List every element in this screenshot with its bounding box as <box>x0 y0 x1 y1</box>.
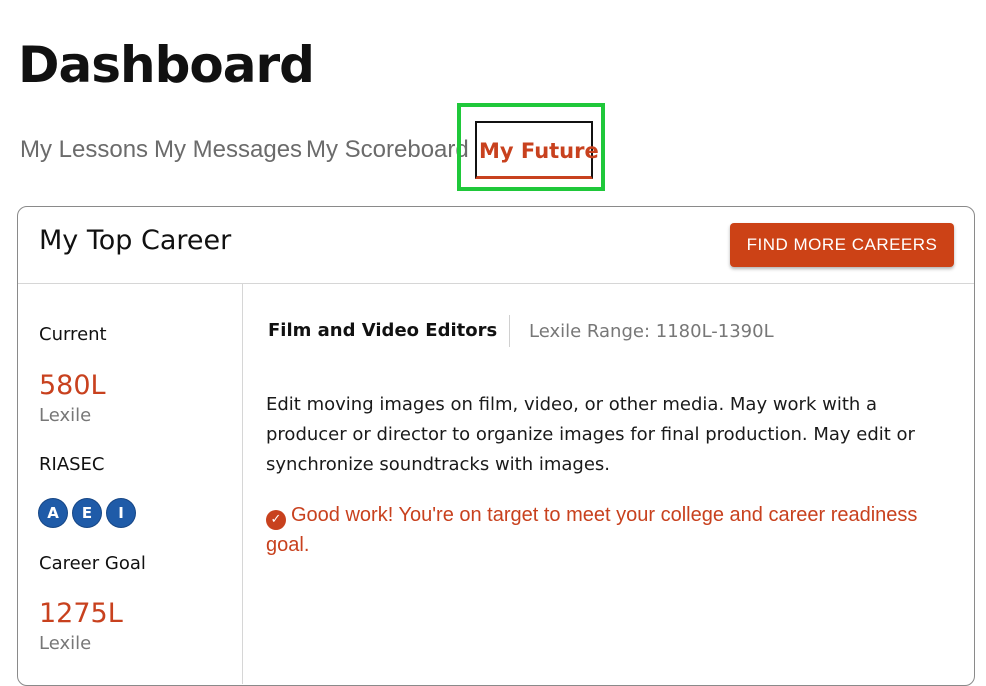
riasec-label: RIASEC <box>39 454 105 475</box>
career-description: Edit moving images on film, video, or ot… <box>266 394 915 475</box>
current-lexile-unit: Lexile <box>39 405 92 426</box>
check-circle-icon: ✓ <box>266 510 286 530</box>
card-header: My Top Career FIND MORE CAREERS <box>18 207 974 284</box>
lexile-range: Lexile Range: 1180L-1390L <box>529 321 774 342</box>
current-label: Current <box>39 324 107 345</box>
riasec-badge-investigative: I <box>107 499 135 527</box>
tab-my-lessons[interactable]: My Lessons <box>20 130 148 170</box>
page-title: Dashboard <box>18 36 315 94</box>
career-details: Film and Video Editors Lexile Range: 118… <box>243 284 974 684</box>
tab-my-messages[interactable]: My Messages <box>154 130 302 170</box>
riasec-badge-artistic: A <box>39 499 67 527</box>
top-career-card: My Top Career FIND MORE CAREERS Current … <box>17 206 975 686</box>
active-tab-focus-ring: My Future <box>475 121 599 179</box>
riasec-badge-enterprising: E <box>73 499 101 527</box>
active-tab-highlight: My Future <box>457 103 605 191</box>
divider <box>509 315 510 347</box>
find-more-careers-button[interactable]: FIND MORE CAREERS <box>730 223 954 267</box>
riasec-badges: A E I <box>39 499 135 527</box>
readiness-message: ✓ Good work! You're on target to meet you… <box>266 500 956 560</box>
career-goal-unit: Lexile <box>39 633 92 654</box>
readiness-message-text: Good work! You're on target to meet your… <box>266 504 918 556</box>
lexile-sidebar: Current 580L Lexile RIASEC A E I Career … <box>18 284 243 684</box>
career-name: Film and Video Editors <box>268 320 498 341</box>
card-title: My Top Career <box>39 225 232 256</box>
tab-my-future[interactable]: My Future <box>479 131 599 171</box>
tab-my-scoreboard[interactable]: My Scoreboard <box>306 130 469 170</box>
career-goal-label: Career Goal <box>39 553 146 574</box>
career-goal-value: 1275L <box>39 598 123 629</box>
current-lexile-value: 580L <box>39 370 106 401</box>
